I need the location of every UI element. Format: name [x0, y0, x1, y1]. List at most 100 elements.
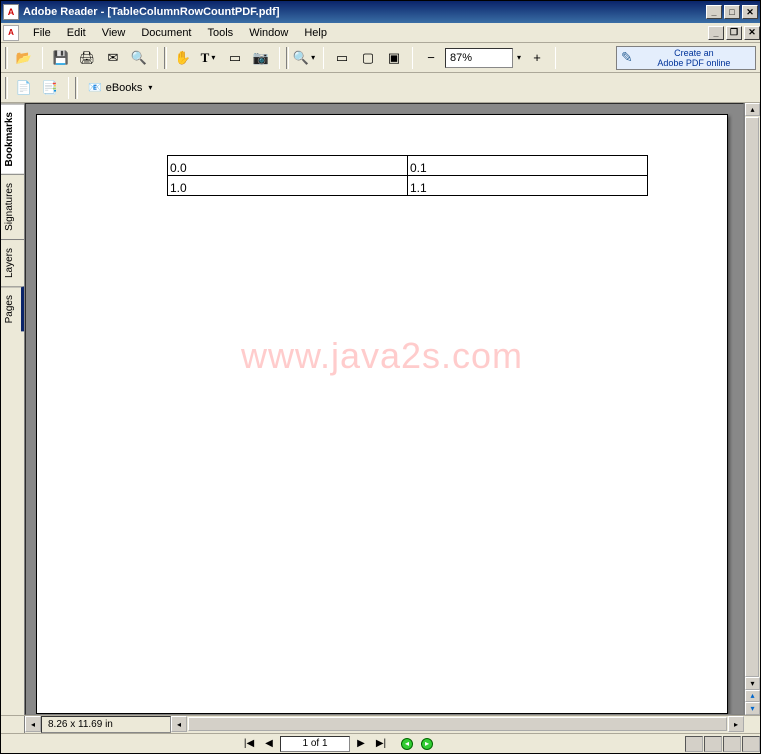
email-button[interactable]: ✉ — [101, 46, 125, 70]
doc-minimize-button[interactable]: _ — [708, 26, 724, 40]
single-page-view-button[interactable] — [685, 736, 703, 752]
hand-tool-button[interactable]: ✋ — [171, 46, 195, 70]
prev-page-arrow[interactable]: ▴ — [745, 690, 760, 703]
actual-size-button[interactable]: ▢ — [356, 46, 380, 70]
content-table: 0.0 0.1 1.0 1.1 — [167, 155, 648, 196]
hscroll-right-button[interactable]: ▸ — [728, 716, 744, 732]
folder-open-icon: 📂 — [16, 50, 32, 66]
ebooks-icon: 📧 — [88, 81, 102, 94]
create-pdf-icon: ✎ — [621, 49, 633, 66]
grip[interactable] — [5, 77, 8, 99]
first-page-button[interactable]: |◀ — [240, 736, 258, 752]
continuous-view-button[interactable] — [704, 736, 722, 752]
next-view-button[interactable]: ▸ — [418, 736, 436, 752]
doc-scroll-area[interactable]: 0.0 0.1 1.0 1.1 www.java2s.com — [25, 103, 744, 715]
last-page-button[interactable]: ▶| — [372, 736, 390, 752]
view-mode-group — [685, 736, 760, 752]
select-tool-button[interactable]: ▭ — [223, 46, 247, 70]
fit-page-icon: ▭ — [336, 50, 348, 66]
menu-window[interactable]: Window — [241, 25, 296, 41]
save-button[interactable]: 💾 — [49, 46, 73, 70]
fit-page-button[interactable]: ▭ — [330, 46, 354, 70]
zoom-dropdown[interactable]: ▾ — [515, 53, 523, 62]
review-button[interactable]: 📑 — [38, 76, 62, 100]
main-area: Bookmarks Signatures Layers Pages 0.0 0.… — [1, 103, 760, 715]
scroll-thumb[interactable] — [745, 117, 759, 677]
create-pdf-online-button[interactable]: ✎ Create an Adobe PDF online — [616, 46, 756, 70]
back-icon: ◂ — [401, 738, 413, 750]
scroll-up-button[interactable]: ▴ — [745, 103, 760, 116]
chevron-down-icon: ▾ — [146, 83, 154, 92]
cell-0-1: 0.1 — [408, 156, 648, 176]
grip[interactable] — [164, 47, 167, 69]
facing-view-button[interactable] — [723, 736, 741, 752]
page-number-input[interactable] — [280, 736, 350, 752]
search-button[interactable]: 🔍 — [127, 46, 151, 70]
menu-help[interactable]: Help — [296, 25, 335, 41]
nav-footer: |◀ ◀ ▶ ▶| ◂ ▸ — [1, 733, 760, 753]
menu-document[interactable]: Document — [133, 25, 199, 41]
open-button[interactable]: 📂 — [12, 46, 36, 70]
page2-icon: 📑 — [42, 80, 58, 96]
print-button[interactable]: 🖨 — [75, 46, 99, 70]
zoom-in-button[interactable]: 🔍▾ — [293, 46, 317, 70]
hscroll-left-button[interactable]: ◂ — [25, 716, 41, 732]
actual-size-icon: ▢ — [362, 50, 374, 66]
doc-icon[interactable]: A — [3, 25, 19, 41]
close-button[interactable]: ✕ — [742, 5, 758, 19]
menu-tools[interactable]: Tools — [200, 25, 242, 41]
vertical-scrollbar[interactable]: ▴ ▾ ▴ ▾ — [744, 103, 760, 715]
zoom-input[interactable]: 87% — [445, 48, 513, 68]
cell-1-1: 1.1 — [408, 176, 648, 196]
menu-edit[interactable]: Edit — [59, 25, 94, 41]
tab-bookmarks[interactable]: Bookmarks — [1, 103, 24, 174]
cell-0-0: 0.0 — [168, 156, 408, 176]
snapshot-tool-button[interactable]: 📷 — [249, 46, 273, 70]
text-select-icon: T — [201, 50, 210, 66]
pdf-page: 0.0 0.1 1.0 1.1 www.java2s.com — [36, 114, 728, 714]
binoculars-icon: 🔍 — [131, 50, 147, 66]
fit-width-button[interactable]: ▣ — [382, 46, 406, 70]
doc-close-button[interactable]: ✕ — [744, 26, 760, 40]
grip[interactable] — [286, 47, 289, 69]
zoom-in-plus-button[interactable]: + — [525, 46, 549, 70]
toolbar-secondary: 📄 📑 📧 eBooks ▾ — [1, 73, 760, 103]
minimize-button[interactable]: _ — [706, 5, 722, 19]
prev-page-button[interactable]: ◀ — [260, 736, 278, 752]
minus-icon: − — [427, 50, 435, 65]
ebooks-button[interactable]: 📧 eBooks ▾ — [82, 76, 160, 100]
hscroll-thumb[interactable] — [188, 717, 727, 731]
hscroll-left2-button[interactable]: ◂ — [171, 716, 187, 732]
next-page-button[interactable]: ▶ — [352, 736, 370, 752]
doc-restore-button[interactable]: ❐ — [726, 26, 742, 40]
zoom-out-button[interactable]: − — [419, 46, 443, 70]
how-to-button[interactable]: 📄 — [12, 76, 36, 100]
doc-name: [TableColumnRowCountPDF.pdf] — [107, 6, 279, 18]
mail-icon: ✉ — [108, 50, 119, 66]
tab-layers[interactable]: Layers — [1, 239, 24, 286]
ebooks-label: eBooks — [106, 82, 143, 94]
forward-icon: ▸ — [421, 738, 433, 750]
doc-viewport: 0.0 0.1 1.0 1.1 www.java2s.com ▴ ▾ ▴ ▾ — [25, 103, 760, 715]
menu-file[interactable]: File — [25, 25, 59, 41]
menu-view[interactable]: View — [94, 25, 134, 41]
hscroll-track[interactable] — [188, 717, 727, 732]
scroll-track[interactable] — [745, 116, 760, 677]
select-icon: ▭ — [229, 50, 241, 66]
scroll-down-button[interactable]: ▾ — [745, 677, 760, 690]
next-page-arrow[interactable]: ▾ — [745, 702, 760, 715]
tab-signatures[interactable]: Signatures — [1, 174, 24, 239]
grip[interactable] — [5, 47, 8, 69]
zoom-value: 87% — [450, 52, 472, 64]
prev-view-button[interactable]: ◂ — [398, 736, 416, 752]
menu-bar: A File Edit View Document Tools Window H… — [1, 23, 760, 43]
tab-pages[interactable]: Pages — [1, 286, 24, 331]
maximize-button[interactable]: □ — [724, 5, 740, 19]
text-select-button[interactable]: T▾ — [197, 46, 221, 70]
continuous-facing-view-button[interactable] — [742, 736, 760, 752]
plus-icon: + — [533, 50, 541, 65]
window-title: Adobe Reader - [TableColumnRowCountPDF.p… — [23, 6, 704, 18]
hand-icon: ✋ — [175, 50, 191, 66]
table-row: 0.0 0.1 — [168, 156, 648, 176]
grip[interactable] — [75, 77, 78, 99]
